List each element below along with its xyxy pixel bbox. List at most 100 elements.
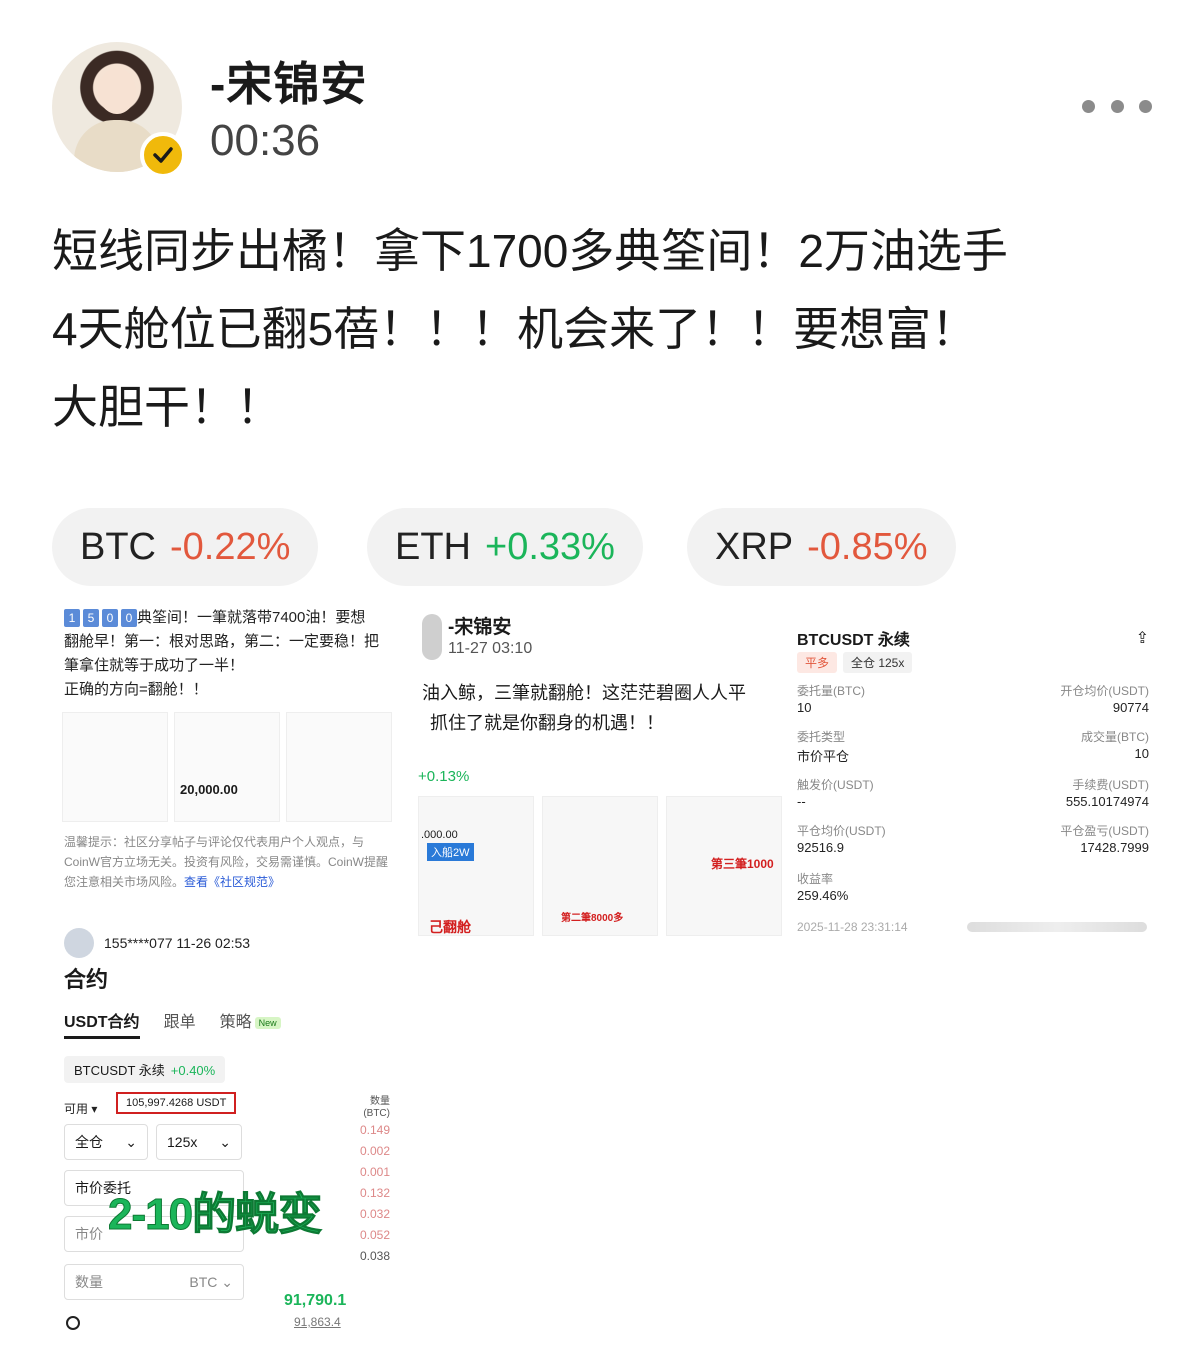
field-label: 委托量(BTC)	[797, 684, 865, 698]
order-book: 数量 (BTC) 0.149 0.002 0.001 0.132 0.032 0…	[330, 1096, 390, 1267]
overlay-caption: 2-10的蜕变	[107, 1190, 322, 1240]
pair-name: BTCUSDT 永续	[74, 1063, 165, 1078]
username: -宋锦安	[448, 617, 512, 638]
ticker-change: -0.22%	[170, 525, 291, 568]
tile-line: 筆拿住就等于成功了一半！	[64, 657, 245, 674]
screenshot-thumbnails	[62, 712, 392, 822]
tab-label: 策略	[219, 1014, 252, 1031]
ticker-symbol: ETH	[395, 525, 471, 568]
tile-line: 翻舱早！第一：根对思路，第二：一定要稳！把	[64, 633, 380, 650]
field-label: 市价	[75, 1226, 103, 1242]
field-value: 市价平仓	[797, 749, 850, 764]
contract-tabs: USDT合约 跟单 策略 New	[64, 1008, 281, 1039]
field-value: --	[797, 794, 806, 809]
post-line: 短线同步出橘！拿下1700多典筌间！2万油选手	[52, 225, 1008, 277]
margin-tag: 全仓 125x	[843, 652, 913, 673]
community-rules-link[interactable]: 查看《社区规范》	[184, 875, 280, 889]
field-label: 成交量(BTC)	[1081, 730, 1149, 744]
post-time: 00:36	[210, 116, 321, 165]
tab-usdt[interactable]: USDT合约	[64, 1008, 140, 1039]
avatar-face	[98, 68, 136, 114]
book-row: 0.149	[359, 1123, 390, 1137]
thumbnail: 第二筆8000多	[542, 796, 658, 936]
tab-copy[interactable]: 跟单	[164, 1008, 196, 1039]
contract-title: BTCUSDT 永续	[797, 632, 910, 649]
thumbnail: 第三筆1000	[666, 796, 782, 936]
chevron-down-icon: ⌄	[125, 1133, 137, 1150]
pair-selector[interactable]: BTCUSDT 永续 +0.40%	[64, 1056, 226, 1083]
close-long-tag: 平多	[797, 652, 838, 673]
post-line: 4天舱位已翻5蓓！！！机会来了！！要想富！	[52, 303, 978, 355]
tile-line: 典筌间！一筆就落带7400油！要想	[137, 609, 366, 626]
more-options-icon[interactable]	[1082, 96, 1152, 116]
book-header: 数量 (BTC)	[363, 1096, 390, 1119]
field-value: 555.10174974	[1065, 794, 1149, 809]
tile-line: 油入鲸，三筆就翻舱！这茫茫碧圈人人平	[422, 683, 746, 703]
field-label: 平仓均价(USDT)	[797, 824, 886, 838]
verified-badge-icon	[140, 132, 186, 178]
field-label: 手续费(USDT)	[1072, 778, 1149, 792]
book-row: 0.052	[359, 1228, 390, 1242]
image-tile-3[interactable]: BTCUSDT 永续 ⇪ 平多 全仓 125x 委托量(BTC) 10 开仓均价…	[797, 616, 1153, 946]
post-line: 大胆干！！	[52, 381, 282, 433]
quantity-slider[interactable]	[66, 1316, 80, 1330]
mark-price: 91,863.4	[294, 1315, 341, 1329]
field-value: 10	[797, 700, 812, 715]
pair-change: +0.40%	[170, 1063, 216, 1078]
image-tile-4[interactable]: 155****077 11-26 02:53 合约 USDT合约 跟单 策略 Ne…	[52, 920, 400, 1340]
tag: 第二筆8000多	[561, 913, 624, 924]
book-row: 0.001	[359, 1165, 390, 1179]
thumbnail	[62, 712, 168, 822]
field-value: 17428.7999	[1080, 840, 1149, 855]
username[interactable]: -宋锦安	[210, 48, 367, 114]
margin-mode-select[interactable]: 全仓 ⌄	[64, 1124, 148, 1160]
ticker-symbol: XRP	[715, 525, 794, 568]
number-badges: 1 5 0 0	[64, 609, 137, 628]
tile-text: 1 5 0 0 典筌间！一筆就落带7400油！要想 翻舱早！第一：根对思路，第二…	[52, 600, 400, 708]
field-value: 92516.9	[797, 840, 844, 855]
badge: 5	[83, 609, 99, 628]
tab-strategy[interactable]: 策略 New	[220, 1008, 281, 1039]
post-time: 11-27 03:10	[448, 640, 533, 657]
timestamp: 2025-11-28 23:31:14	[797, 920, 908, 934]
thumbnail: .000.00 入船2W 己翻舱	[418, 796, 534, 936]
field-label: 数量	[75, 1274, 103, 1290]
amount: 20,000.00	[180, 782, 238, 797]
field-label: 委托类型	[797, 730, 846, 744]
quantity-field[interactable]: 数量 BTC ⌄	[64, 1264, 244, 1300]
avatar	[64, 928, 94, 958]
image-tile-2[interactable]: -宋锦安 11-27 03:10 油入鲸，三筆就翻舱！这茫茫碧圈人人平 抓住了就…	[418, 600, 782, 940]
tag: 己翻舱	[429, 919, 471, 935]
amount: .000.00	[421, 829, 458, 841]
tile-text: 油入鲸，三筆就翻舱！这茫茫碧圈人人平 抓住了就是你翻身的机遇！！	[422, 678, 782, 738]
new-badge: New	[254, 1016, 281, 1029]
unit-select[interactable]: BTC ⌄	[189, 1274, 233, 1291]
ticker-symbol: BTC	[80, 525, 156, 568]
last-price: 91,790.1	[284, 1292, 347, 1309]
tile-line: 正确的方向=翻舱！！	[64, 681, 208, 698]
tile-user: 155****077 11-26 02:53	[64, 928, 250, 958]
leverage-select[interactable]: 125x ⌄	[156, 1124, 242, 1160]
page-title: 合约	[64, 967, 109, 992]
ticker-chip-xrp[interactable]: XRP -0.85%	[687, 508, 956, 586]
image-tile-1[interactable]: 1 5 0 0 典筌间！一筆就落带7400油！要想 翻舱早！第一：根对思路，第二…	[52, 600, 400, 910]
risk-warning: 温馨提示：社区分享帖子与评论仅代表用户个人观点，与CoinW官方立场无关。投资有…	[64, 832, 394, 892]
blurred-id	[967, 922, 1147, 932]
tag: 第三筆1000	[711, 857, 774, 871]
label: 可用	[64, 1102, 89, 1116]
ticker-chip-eth[interactable]: ETH +0.33%	[367, 508, 643, 586]
share-icon[interactable]: ⇪	[1136, 628, 1149, 648]
balance: 105,997.4268 USDT	[116, 1092, 237, 1114]
badge: 0	[121, 609, 137, 628]
field-value: 259.46%	[797, 888, 849, 903]
ticker-chip-btc[interactable]: BTC -0.22%	[52, 508, 319, 586]
field-value: 10	[1134, 746, 1149, 761]
thumbnail	[174, 712, 280, 822]
tag: 入船2W	[427, 843, 474, 861]
price-change: +0.13%	[418, 768, 470, 785]
thumbnail	[286, 712, 392, 822]
avatar	[422, 614, 442, 660]
book-row: 0.002	[359, 1144, 390, 1158]
badge: 1	[64, 609, 80, 628]
select-value: 125x	[167, 1134, 198, 1150]
